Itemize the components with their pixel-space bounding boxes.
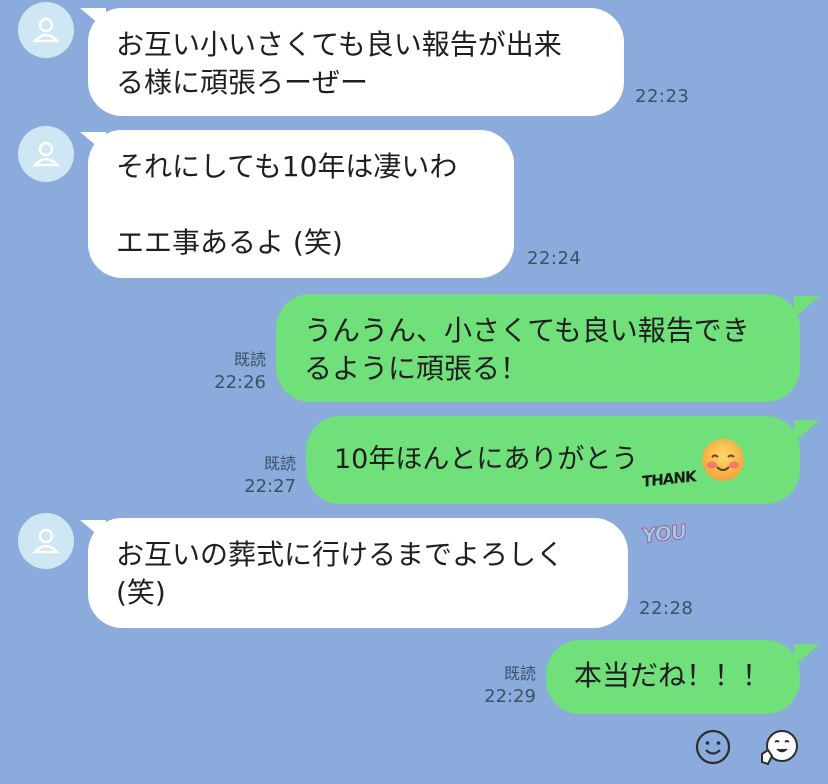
read-receipt: 既読: [503, 664, 536, 683]
message-timestamp: 22:26: [214, 372, 266, 393]
message-timestamp: 22:28: [639, 598, 694, 619]
incoming-message[interactable]: お互いの葬式に行けるまでよろしく (笑): [88, 518, 628, 628]
read-meta: 既読 22:27: [230, 450, 296, 497]
bubble-tail: [794, 296, 820, 318]
sticker-face-icon[interactable]: [758, 726, 802, 770]
read-meta: 既読 22:29: [470, 660, 536, 707]
sticker-you: YOU: [642, 519, 687, 548]
contact-avatar[interactable]: [18, 126, 74, 182]
outgoing-message[interactable]: 10年ほんとにありがとう THANK YOU: [306, 416, 800, 548]
person-icon: [32, 528, 60, 554]
bubble-tail: [794, 420, 820, 442]
incoming-message[interactable]: それにしても10年は凄いわ エエ事あるよ (笑): [88, 130, 514, 278]
message-text: 10年ほんとにありがとう: [334, 444, 639, 475]
smiley-icon[interactable]: [694, 728, 732, 766]
thank-you-sticker: THANK YOU: [642, 431, 696, 548]
contact-avatar[interactable]: [18, 513, 74, 569]
person-icon: [32, 17, 60, 43]
message-timestamp: 22:24: [527, 248, 582, 269]
outgoing-message[interactable]: うんうん、小さくても良い報告でき るように頑張る！: [276, 294, 800, 402]
message-timestamp: 22:23: [635, 86, 690, 107]
read-receipt: 既読: [233, 350, 266, 369]
incoming-message[interactable]: お互い小いさくても良い報告が出来 る様に頑張ろーぜー: [88, 8, 624, 116]
contact-avatar[interactable]: [18, 2, 74, 58]
message-timestamp: 22:29: [484, 686, 536, 707]
read-meta: 既読 22:26: [200, 346, 266, 393]
message-timestamp: 22:27: [244, 476, 296, 497]
read-receipt: 既読: [263, 454, 296, 473]
blushing-smile-emoji: [702, 439, 745, 481]
bubble-tail: [794, 644, 820, 666]
outgoing-message[interactable]: 本当だね！！！: [546, 640, 800, 714]
person-icon: [32, 141, 60, 167]
sticker-thank: THANK: [642, 467, 696, 491]
